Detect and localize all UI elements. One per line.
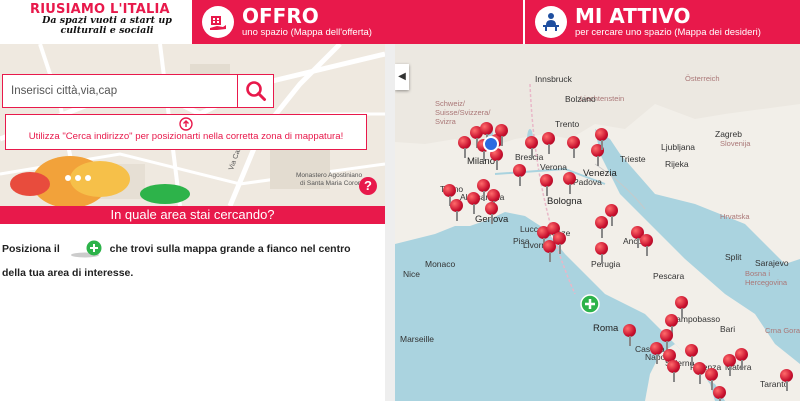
offro-button[interactable]: OFFRO uno spazio (Mappa dell'offerta) [190, 0, 523, 44]
search-box [2, 74, 274, 108]
city-label: Bari [720, 324, 736, 334]
area-title: In quale area stai cercando? [0, 206, 385, 224]
instruction-part-1: Posiziona il [2, 243, 60, 255]
map-pin[interactable] [525, 136, 539, 158]
user-location-marker[interactable] [483, 136, 499, 152]
top-header: RIUSIAMO L'ITALIA Da spazi vuoti a start… [0, 0, 800, 44]
map-pin[interactable] [458, 136, 472, 158]
person-desk-icon [535, 6, 567, 38]
main-map[interactable]: ◀ Schweiz/ Suisse/Svizzera/ Svizra Liech… [395, 44, 800, 401]
offro-subtitle: uno spazio (Mappa dell'offerta) [242, 27, 372, 38]
country-label: Österreich [685, 74, 720, 83]
city-label: Ljubljana [661, 142, 696, 152]
city-label: Verona [540, 162, 567, 172]
map-pin[interactable] [542, 132, 556, 154]
search-button[interactable] [237, 75, 273, 107]
city-label: Pisa [513, 236, 530, 246]
building-hand-icon [202, 6, 234, 38]
city-label: Split [725, 252, 742, 262]
mini-map[interactable]: Via Catania Monastero Agostiniano di San… [0, 44, 385, 206]
country-label: Suisse/Svizzera/ [435, 108, 491, 117]
map-pin[interactable] [513, 164, 527, 186]
city-label: Innsbruck [535, 74, 572, 84]
hint-box: Utilizza "Cerca indirizzo" per posiziona… [5, 114, 367, 150]
city-label: Nice [403, 269, 421, 279]
collapse-panel-button[interactable]: ◀ [395, 64, 409, 90]
country-label: Crna Gora [765, 326, 800, 335]
offro-title: OFFRO [242, 4, 319, 28]
map-pin[interactable] [595, 216, 609, 238]
map-pin[interactable] [623, 324, 637, 346]
country-label: Bosna i [745, 269, 771, 278]
search-icon [245, 81, 266, 101]
logo-subtitle: Da spazi vuoti a start up culturali e so… [42, 15, 172, 36]
plus-marker-icon [63, 240, 107, 258]
map-pin[interactable] [595, 128, 609, 150]
country-label: Schweiz/ [435, 99, 466, 108]
city-label: Trieste [620, 154, 646, 164]
map-pin[interactable] [735, 348, 749, 370]
map-pin[interactable] [543, 240, 557, 262]
map-pin[interactable] [595, 242, 609, 264]
panel-divider [385, 44, 395, 401]
minimap-poi-label-2: di Santa Maria Corona [300, 180, 366, 187]
map-pin[interactable] [667, 360, 681, 382]
help-icon[interactable]: ? [359, 177, 377, 195]
city-label: Padova [573, 177, 602, 187]
map-pin[interactable] [540, 174, 554, 196]
country-label: Hrvatska [720, 212, 750, 221]
city-label: Pescara [653, 271, 685, 281]
plus-marker-icon[interactable] [580, 294, 600, 319]
country-label: Svizra [435, 117, 456, 126]
map-pin[interactable] [485, 202, 499, 224]
map-pin[interactable] [467, 192, 481, 214]
city-label: Bologna [547, 196, 582, 207]
map-pin[interactable] [780, 369, 794, 391]
site-logo[interactable]: RIUSIAMO L'ITALIA Da spazi vuoti a start… [0, 0, 190, 44]
city-label: Zagreb [715, 129, 742, 139]
city-label: Roma [593, 323, 619, 334]
mi-attivo-title: MI ATTIVO [575, 4, 691, 28]
left-panel: Via Catania Monastero Agostiniano di San… [0, 44, 385, 401]
city-label: Rijeka [665, 159, 689, 169]
city-label: Monaco [425, 259, 456, 269]
mi-attivo-button[interactable]: MI ATTIVO per cercare uno spazio (Mappa … [523, 0, 800, 44]
map-pin[interactable] [563, 172, 577, 194]
arrow-up-circle-icon [179, 117, 193, 131]
search-input[interactable] [3, 75, 237, 107]
instruction-text: Posiziona il che trovi sulla mappa grand… [2, 237, 372, 285]
country-label: Hercegovina [745, 278, 788, 287]
map-pin[interactable] [567, 136, 581, 158]
city-label: Bolzano [565, 94, 596, 104]
map-pin[interactable] [650, 342, 664, 364]
map-pin[interactable] [640, 234, 654, 256]
minimap-poi-label: Monastero Agostiniano [296, 172, 363, 179]
country-label: Slovenija [720, 139, 751, 148]
city-label: Sarajevo [755, 258, 789, 268]
city-label: Trento [555, 119, 580, 129]
map-pin[interactable] [713, 386, 727, 401]
map-pin[interactable] [450, 199, 464, 221]
mi-attivo-subtitle: per cercare uno spazio (Mappa dei deside… [575, 27, 761, 38]
city-label: Marseille [400, 334, 435, 344]
hint-text: Utilizza "Cerca indirizzo" per posiziona… [28, 131, 344, 142]
